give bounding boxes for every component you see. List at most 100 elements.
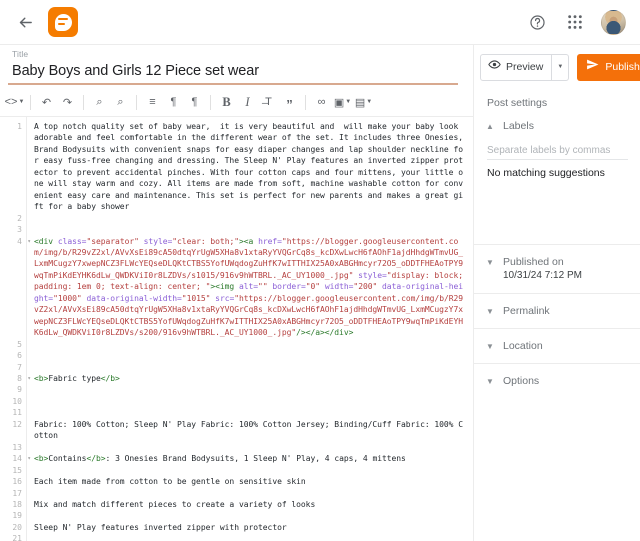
code-token-attr: style=	[353, 270, 387, 280]
code-token-str: "200"	[353, 282, 378, 292]
html-view-icon[interactable]: <> ▼	[4, 91, 25, 113]
undo-icon[interactable]: ↶	[36, 91, 57, 113]
chevron-down-icon[interactable]: ▼	[366, 99, 372, 105]
link-icon-glyph: ∞	[317, 96, 326, 108]
back-arrow-icon[interactable]	[10, 7, 40, 37]
code-token-plain: Sleep N' Play features inverted zipper w…	[34, 522, 287, 532]
code-token-tag: </b>	[86, 454, 106, 464]
line-number-value: 9	[17, 385, 22, 395]
chevron-down-icon: ▼	[486, 377, 494, 386]
code-line[interactable]: Sleep N' Play features inverted zipper w…	[34, 522, 467, 533]
code-line[interactable]: Fabric: 100% Cotton; Sleep N' Play Fabri…	[34, 419, 467, 442]
labels-input[interactable]: Separate labels by commas	[487, 145, 628, 160]
code-token-attr: class=	[57, 236, 87, 246]
labels-section-header[interactable]: ▲ Labels	[474, 109, 640, 132]
strikethrough-icon[interactable]: ̶T	[258, 91, 279, 113]
code-line[interactable]: A top notch quality set of baby wear, it…	[34, 121, 467, 213]
code-line[interactable]: <div class="separator" style="clear: bot…	[34, 236, 467, 339]
line-wrap-icon[interactable]: ≡	[142, 91, 163, 113]
code-line[interactable]	[34, 384, 467, 395]
code-token-attr: src=	[210, 293, 235, 303]
paragraph-rtl-icon-glyph: ¶	[191, 96, 198, 108]
send-icon	[586, 58, 599, 76]
code-line[interactable]: Each item made from cotton to be gentle …	[34, 476, 467, 487]
line-number-value: 21	[12, 534, 22, 541]
code-fold-icon[interactable]: ▾	[27, 453, 31, 464]
code-line[interactable]	[34, 396, 467, 407]
line-number-gutter: 1234▾5678▾91011121314▾1516171819202122	[0, 117, 31, 541]
undo-icon-glyph: ↶	[41, 96, 52, 109]
code-token-attr: width=	[320, 282, 354, 292]
line-number-value: 20	[12, 522, 22, 532]
line-number-value: 18	[12, 499, 22, 509]
code-token-attr: href=	[258, 236, 282, 246]
code-line[interactable]	[34, 533, 467, 541]
code-line[interactable]	[34, 362, 467, 373]
options-label: Options	[503, 375, 540, 387]
code-line[interactable]	[34, 339, 467, 350]
code-line[interactable]	[34, 407, 467, 418]
apps-grid-icon[interactable]	[563, 10, 587, 34]
blogger-logo-icon[interactable]	[48, 7, 78, 37]
code-token-attr: border=	[267, 282, 306, 292]
preview-button[interactable]: Preview ▼	[480, 53, 570, 81]
zoom-in-icon[interactable]: ⌕	[89, 91, 110, 113]
published-on-value: 10/31/24 7:12 PM	[503, 270, 582, 281]
publish-button[interactable]: Publish	[577, 53, 640, 81]
code-line[interactable]	[34, 213, 467, 224]
line-number: 12	[0, 419, 26, 442]
preview-button-main[interactable]: Preview	[481, 55, 551, 80]
chevron-down-icon[interactable]: ▼	[18, 99, 24, 105]
line-number: 4 ▾	[0, 236, 31, 339]
code-line[interactable]	[34, 350, 467, 361]
paragraph-rtl-icon[interactable]: ¶	[184, 91, 205, 113]
quote-icon[interactable]: ”	[279, 91, 300, 113]
paragraph-ltr-icon[interactable]: ¶	[163, 91, 184, 113]
insert-video-icon[interactable]: ▤ ▼	[353, 91, 374, 113]
gutter-divider	[26, 117, 27, 541]
line-number: 7	[0, 362, 26, 373]
line-number: 17	[0, 488, 26, 499]
line-number: 1	[0, 121, 26, 213]
code-content[interactable]: A top notch quality set of baby wear, it…	[34, 117, 473, 541]
code-fold-icon[interactable]: ▾	[27, 373, 31, 384]
chevron-down-icon[interactable]: ▼	[345, 99, 351, 105]
post-title-label: Title	[12, 49, 29, 59]
user-avatar[interactable]	[601, 9, 626, 35]
html-code-editor[interactable]: 1234▾5678▾91011121314▾1516171819202122 A…	[0, 117, 473, 541]
code-line[interactable]	[34, 442, 467, 453]
insert-video-icon-glyph: ▤	[354, 96, 366, 109]
italic-icon[interactable]: I	[237, 91, 258, 113]
help-icon[interactable]	[525, 10, 549, 34]
chevron-down-icon[interactable]: ▼	[552, 64, 568, 70]
line-number: 13	[0, 442, 26, 453]
insert-image-icon[interactable]: ▣ ▼	[332, 91, 353, 113]
post-title-input[interactable]: Baby Boys and Girls 12 Piece set wear	[12, 59, 461, 79]
code-line[interactable]: <b>Fabric type</b>	[34, 373, 467, 384]
permalink-section[interactable]: ▼ Permalink	[474, 294, 640, 328]
redo-icon-glyph: ↷	[62, 96, 73, 109]
code-line[interactable]	[34, 465, 467, 476]
zoom-out-icon[interactable]: ⌕	[110, 91, 131, 113]
line-number: 5	[0, 339, 26, 350]
options-section[interactable]: ▼ Options	[474, 364, 640, 398]
code-line[interactable]	[34, 224, 467, 235]
line-number-value: 19	[12, 511, 22, 521]
line-number: 19	[0, 510, 26, 521]
bold-icon[interactable]: B	[216, 91, 237, 113]
code-fold-icon[interactable]: ▾	[27, 236, 31, 247]
line-number-value: 5	[17, 339, 22, 349]
line-number: 16	[0, 476, 26, 487]
code-line[interactable]: <b>Contains</b>: 3 Onesies Brand Bodysui…	[34, 453, 467, 464]
code-token-plain: Fabric type	[48, 373, 101, 383]
redo-icon[interactable]: ↷	[57, 91, 78, 113]
line-number-value: 3	[17, 225, 22, 235]
code-line[interactable]: Mix and match different pieces to create…	[34, 499, 467, 510]
link-icon[interactable]: ∞	[311, 91, 332, 113]
code-token-tag: /></a></div>	[296, 328, 354, 338]
location-section[interactable]: ▼ Location	[474, 329, 640, 363]
line-number-value: 6	[17, 351, 22, 361]
published-on-section[interactable]: ▼ Published on 10/31/24 7:12 PM	[474, 245, 640, 293]
code-line[interactable]	[34, 488, 467, 499]
code-line[interactable]	[34, 510, 467, 521]
